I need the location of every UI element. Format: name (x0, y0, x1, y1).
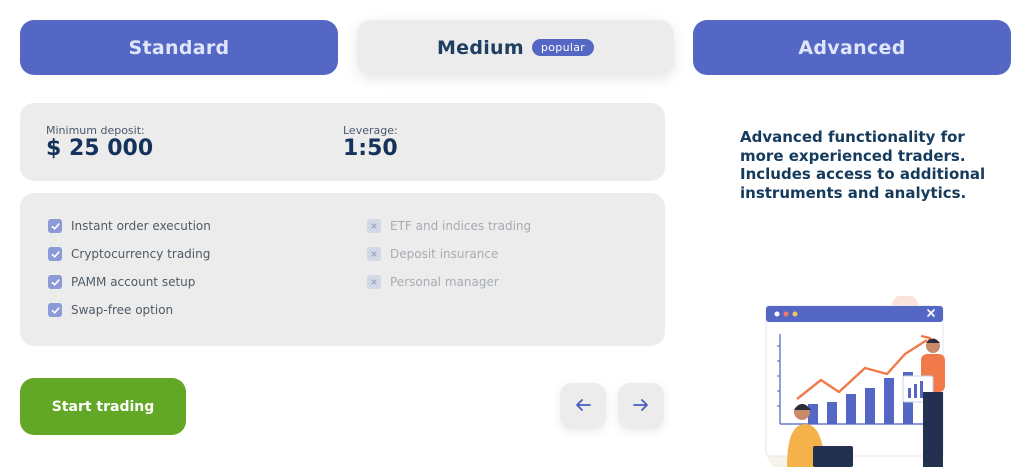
cross-icon (367, 247, 381, 261)
feature-item: Instant order execution (48, 219, 211, 233)
feature-item: Cryptocurrency trading (48, 247, 210, 261)
cross-icon (367, 219, 381, 233)
plan-description: Advanced functionality for more experien… (740, 128, 986, 202)
cross-icon (367, 275, 381, 289)
tab-standard[interactable]: Standard (20, 20, 338, 75)
feature-label: Instant order execution (71, 219, 211, 233)
tab-medium-label: Medium (436, 36, 524, 59)
feature-label: Swap-free option (71, 303, 174, 317)
trading-illustration (755, 294, 985, 467)
tab-standard-label: Standard (128, 36, 230, 59)
feature-item-unavailable: Personal manager (367, 275, 499, 289)
trading-illustration-graphic (765, 294, 945, 467)
arrow-left-icon (574, 397, 592, 416)
check-icon (48, 219, 62, 233)
tab-advanced-label: Advanced (798, 36, 906, 59)
check-icon (48, 275, 62, 289)
check-icon (48, 303, 62, 317)
feature-item-unavailable: Deposit insurance (367, 247, 498, 261)
feature-label: Deposit insurance (390, 247, 499, 261)
prev-button[interactable] (560, 383, 606, 429)
arrow-right-icon (632, 397, 650, 416)
feature-item-unavailable: ETF and indices trading (367, 219, 531, 233)
popular-badge: popular (531, 39, 595, 56)
leverage-value: 1:50 (343, 136, 398, 161)
feature-label: PAMM account setup (71, 275, 196, 289)
check-icon (48, 247, 62, 261)
feature-label: ETF and indices trading (390, 219, 532, 233)
next-button[interactable] (618, 383, 664, 429)
start-trading-label: Start trading (51, 398, 155, 415)
feature-label: Cryptocurrency trading (71, 247, 211, 261)
feature-label: Personal manager (390, 275, 499, 289)
tab-medium[interactable]: Medium popular (357, 20, 674, 75)
feature-item: PAMM account setup (48, 275, 195, 289)
feature-item: Swap-free option (48, 303, 173, 317)
start-trading-button[interactable]: Start trading (20, 378, 186, 435)
min-deposit-value: $ 25 000 (46, 136, 154, 161)
tab-advanced[interactable]: Advanced (693, 20, 1011, 75)
features-panel (20, 193, 665, 346)
